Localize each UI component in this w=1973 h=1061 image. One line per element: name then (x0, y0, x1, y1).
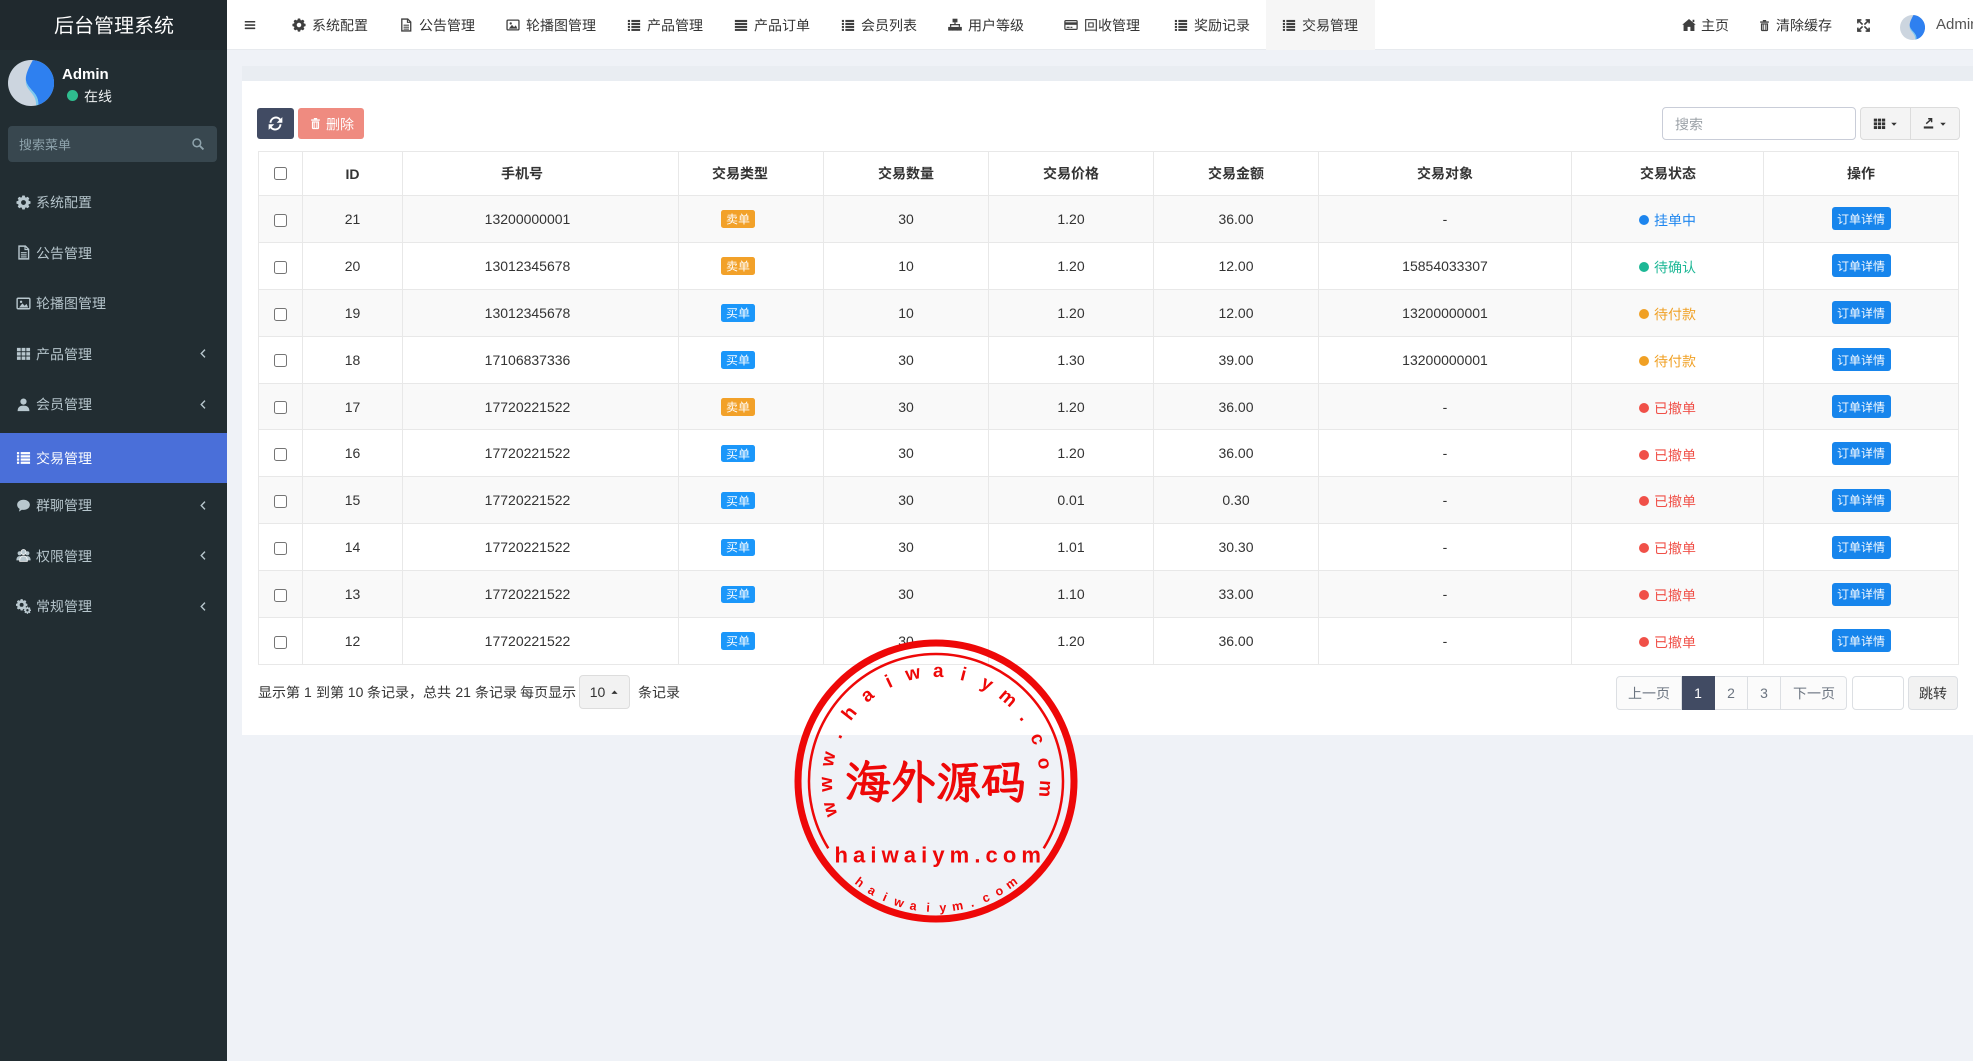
svg-text:m: m (1034, 780, 1056, 798)
svg-text:a: a (909, 898, 919, 913)
svg-text:.: . (1015, 709, 1035, 726)
svg-text:w: w (818, 799, 842, 820)
svg-text:.: . (968, 896, 975, 910)
svg-text:w: w (816, 776, 837, 793)
svg-text:c: c (1025, 730, 1049, 748)
svg-text:h: h (838, 702, 862, 724)
svg-text:a: a (857, 684, 879, 707)
svg-text:c: c (980, 890, 992, 906)
svg-text:i: i (881, 890, 890, 904)
svg-text:h: h (852, 875, 867, 891)
svg-text:y: y (939, 901, 947, 915)
svg-text:w: w (817, 750, 841, 770)
svg-text:m: m (994, 685, 1021, 712)
svg-text:y: y (977, 672, 997, 696)
svg-text:i: i (882, 672, 896, 693)
svg-text:i: i (926, 901, 930, 915)
svg-text:w: w (891, 894, 906, 911)
svg-text:i: i (958, 664, 968, 686)
svg-text:o: o (992, 883, 1006, 899)
svg-text:a: a (865, 883, 879, 899)
svg-text:a: a (933, 661, 944, 682)
svg-text:m: m (951, 898, 964, 914)
svg-text:w: w (903, 662, 923, 686)
svg-text:o: o (1033, 756, 1056, 771)
svg-text:.: . (826, 728, 847, 742)
svg-text:haiwaiym.com: haiwaiym.com (835, 843, 1047, 868)
